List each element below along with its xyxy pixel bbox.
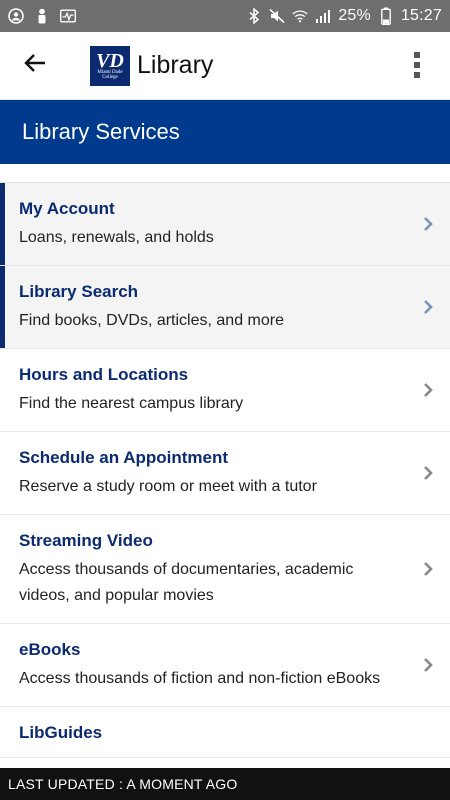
list-item-ebooks[interactable]: eBooks Access thousands of fiction and n… xyxy=(0,624,450,707)
arrow-back-icon xyxy=(24,53,46,78)
list-item-streaming-video[interactable]: Streaming Video Access thousands of docu… xyxy=(0,515,450,624)
logo-subtext: Miami Dade College xyxy=(97,69,123,80)
item-title: eBooks xyxy=(19,640,81,659)
chevron-right-icon xyxy=(422,381,434,399)
last-updated-bar: LAST UPDATED : A MOMENT AGO xyxy=(0,768,450,800)
chevron-right-icon xyxy=(422,215,434,233)
more-vert-icon xyxy=(413,51,421,84)
account-circle-icon xyxy=(8,8,24,24)
item-description: Find the nearest campus library xyxy=(19,395,244,412)
status-right-icons: 25% 15:27 xyxy=(246,7,442,25)
back-button[interactable] xyxy=(0,32,70,100)
item-description: Find books, DVDs, articles, and more xyxy=(19,312,284,329)
status-bar: 25% 15:27 xyxy=(0,0,450,32)
battery-percent: 25% xyxy=(338,7,371,24)
section-title: Library Services xyxy=(22,119,180,144)
item-title: My Account xyxy=(19,199,115,218)
page-title: Library xyxy=(137,51,214,79)
list-item-libguides[interactable]: LibGuides xyxy=(0,707,450,758)
section-header: Library Services xyxy=(0,100,450,164)
list-item-library-search[interactable]: Library Search Find books, DVDs, article… xyxy=(0,266,450,349)
last-updated-text: LAST UPDATED : A MOMENT AGO xyxy=(8,776,238,792)
item-title: Library Search xyxy=(19,282,139,301)
battery-icon xyxy=(378,7,394,25)
chevron-right-icon xyxy=(422,656,434,674)
list-item-schedule-appointment[interactable]: Schedule an Appointment Reserve a study … xyxy=(0,432,450,515)
college-logo: VD Miami Dade College xyxy=(90,45,130,86)
chevron-right-icon xyxy=(422,298,434,316)
chevron-right-icon xyxy=(422,464,434,482)
bluetooth-icon xyxy=(246,8,262,24)
signal-icon xyxy=(315,8,331,24)
item-description: Access thousands of fiction and non-fict… xyxy=(19,670,381,687)
list-item-my-account[interactable]: My Account Loans, renewals, and holds xyxy=(0,183,450,266)
logo-mark: VD xyxy=(96,49,124,72)
item-title: LibGuides xyxy=(19,723,103,742)
status-left-icons xyxy=(8,8,76,24)
activity-icon xyxy=(60,8,76,24)
item-title: Schedule an Appointment xyxy=(19,448,229,467)
status-time: 15:27 xyxy=(400,7,442,24)
item-title: Hours and Locations xyxy=(19,365,189,384)
chevron-right-icon xyxy=(422,560,434,578)
services-list: My Account Loans, renewals, and holds Li… xyxy=(0,182,450,758)
mute-icon xyxy=(269,8,285,24)
item-title: Streaming Video xyxy=(19,531,153,550)
person-icon xyxy=(34,8,50,24)
item-description: Access thousands of documentaries, acade… xyxy=(19,561,354,604)
item-description: Loans, renewals, and holds xyxy=(19,229,214,246)
overflow-menu-button[interactable] xyxy=(402,51,432,84)
item-description: Reserve a study room or meet with a tuto… xyxy=(19,478,317,495)
list-item-hours-locations[interactable]: Hours and Locations Find the nearest cam… xyxy=(0,349,450,432)
wifi-icon xyxy=(292,8,308,24)
app-bar: VD Miami Dade College Library xyxy=(0,32,450,100)
